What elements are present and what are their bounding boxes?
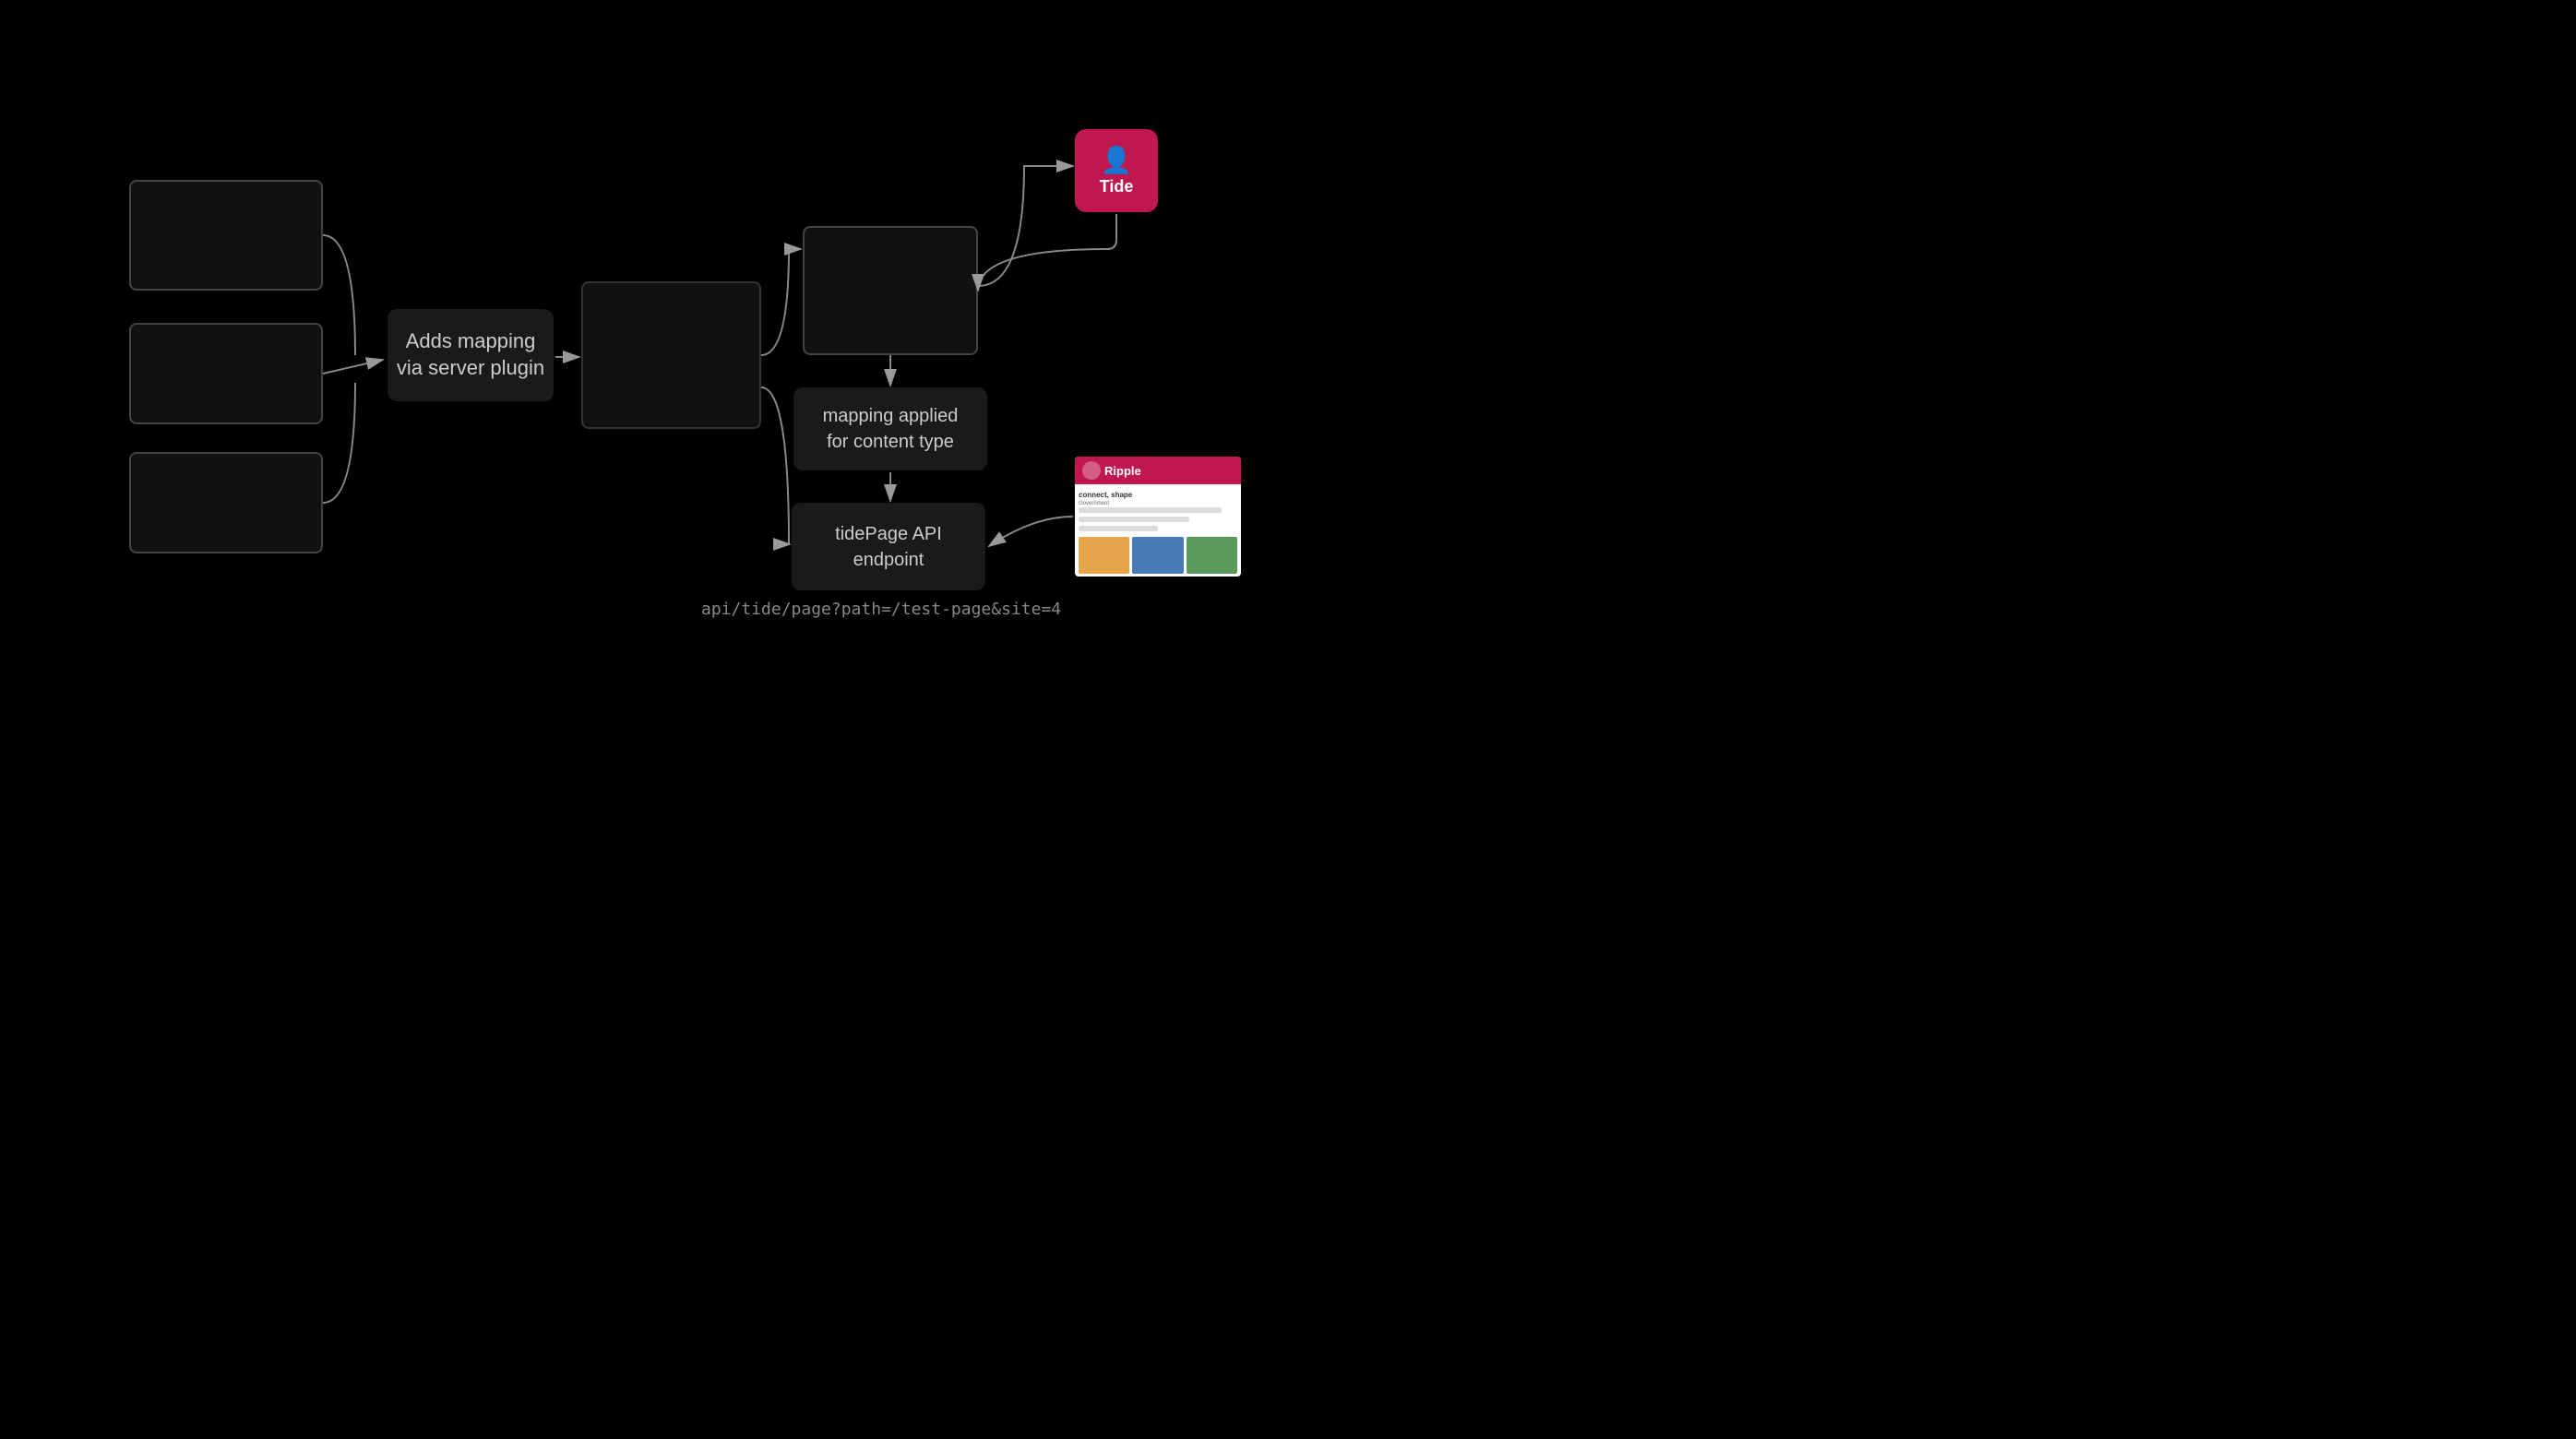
middle-box [581, 281, 761, 429]
ripple-line-1 [1079, 507, 1222, 513]
mapping-box: mapping appliedfor content type [793, 387, 987, 470]
mapping-label: mapping appliedfor content type [823, 403, 959, 455]
input-box-1 [129, 180, 323, 291]
input-box-2 [129, 323, 323, 424]
api-endpoint-text: api/tide/page?path=/test-page&site=4 [701, 600, 1061, 619]
ripple-text-government: Government [1079, 501, 1237, 506]
ripple-text-title: connect, shape [1079, 491, 1237, 499]
diagram-container: Adds mappingvia server plugin mapping ap… [0, 0, 2576, 1439]
tide-icon: 👤 [1101, 145, 1133, 175]
ripple-thumb-2 [1132, 537, 1183, 574]
right-top-box [803, 226, 978, 355]
input-box-3 [129, 452, 323, 553]
plugin-label: Adds mappingvia server plugin [397, 328, 544, 381]
endpoint-label: tidePage APIendpoint [835, 521, 942, 573]
ripple-thumb-1 [1079, 537, 1129, 574]
ripple-icon [1082, 461, 1101, 480]
tide-badge: 👤 Tide [1075, 129, 1158, 212]
ripple-card-body: connect, shape Government [1075, 484, 1241, 577]
ripple-line-2 [1079, 517, 1189, 522]
endpoint-box: tidePage APIendpoint [792, 503, 985, 590]
ripple-img-row [1079, 537, 1237, 574]
ripple-thumb-3 [1187, 537, 1237, 574]
ripple-label: Ripple [1104, 464, 1141, 478]
ripple-card-header: Ripple [1075, 457, 1241, 484]
tide-label: Tide [1100, 177, 1134, 196]
ripple-card: Ripple connect, shape Government [1075, 457, 1241, 577]
plugin-box: Adds mappingvia server plugin [388, 309, 554, 401]
ripple-line-3 [1079, 526, 1158, 531]
arrows-svg [0, 0, 2576, 1439]
